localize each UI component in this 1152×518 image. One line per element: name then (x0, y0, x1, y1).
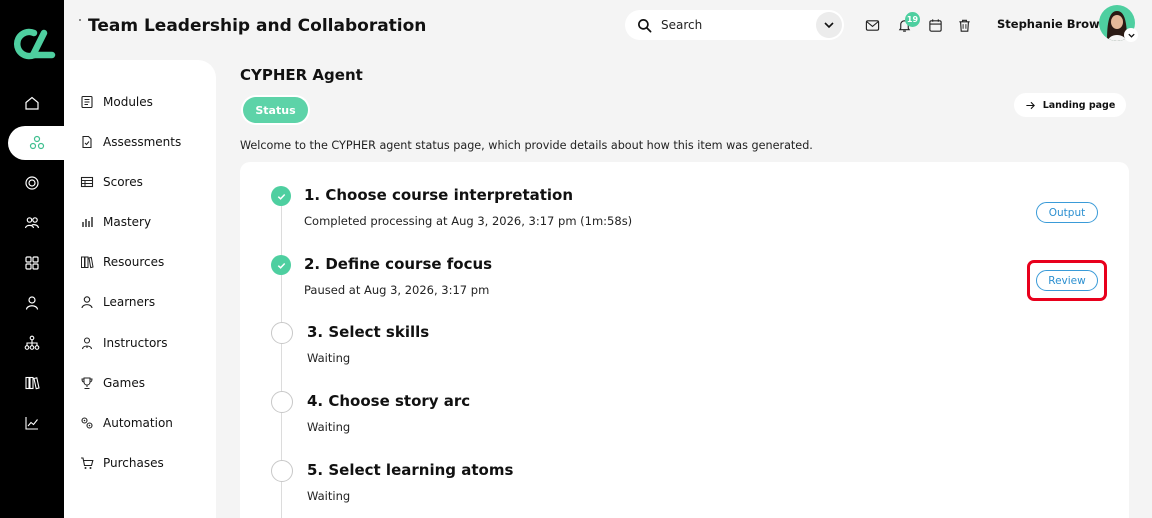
sidebar-item-games[interactable]: Games (80, 373, 145, 393)
search-bar[interactable]: Search (625, 10, 844, 40)
modules-icon (81, 95, 93, 109)
sidebar-item-label: Assessments (103, 135, 182, 149)
review-highlight (1027, 260, 1107, 301)
user-icon (25, 296, 39, 310)
sidebar-item-assessments[interactable]: Assessments (80, 132, 181, 152)
sidebar-item-label: Games (103, 376, 145, 390)
chevron-down-icon (1127, 33, 1135, 38)
check-icon (277, 193, 285, 200)
chart-icon (25, 417, 38, 430)
library-icon (25, 376, 40, 390)
sidebar-item-label: Automation (103, 416, 173, 430)
app-title: Team Leadership and Collaboration (88, 16, 427, 36)
sidebar-item-automation[interactable]: Automation (80, 413, 173, 433)
tab-status[interactable]: Status (241, 95, 310, 125)
hierarchy-icon (24, 335, 40, 350)
trophy-icon (81, 377, 93, 389)
intro-text: Welcome to the CYPHER agent status page,… (240, 139, 813, 152)
notification-badge: 19 (905, 12, 920, 27)
landing-page-button[interactable]: Landing page (1014, 93, 1126, 117)
search-dropdown-button[interactable] (816, 12, 842, 38)
step-1-title: 1. Choose course interpretation (304, 186, 574, 204)
rail-home[interactable] (0, 86, 64, 120)
step-2-title: 2. Define course focus (304, 255, 493, 273)
rail-network[interactable] (8, 126, 66, 160)
sidebar-item-resources[interactable]: Resources (80, 252, 164, 272)
output-button[interactable]: Output (1036, 202, 1098, 223)
sidebar-item-purchases[interactable]: Purchases (80, 453, 164, 473)
rail-users[interactable] (0, 206, 64, 240)
instructor-icon (81, 337, 93, 350)
rail-hierarchy[interactable] (0, 326, 64, 360)
step-4-title: 4. Choose story arc (307, 392, 471, 410)
left-rail (0, 0, 66, 518)
user-menu-toggle[interactable] (1124, 28, 1138, 42)
rail-target[interactable] (0, 166, 64, 200)
user-name: Stephanie Brown (997, 17, 1108, 31)
title-marker (79, 19, 81, 21)
sidebar-item-learners[interactable]: Learners (80, 292, 155, 312)
sidebar-item-label: Learners (103, 295, 156, 309)
app-logo[interactable] (8, 24, 58, 64)
trash-button[interactable] (955, 16, 973, 34)
step-5-subtitle: Waiting (307, 489, 351, 503)
step-5-title: 5. Select learning atoms (307, 461, 514, 479)
rail-library[interactable] (0, 366, 64, 400)
sidebar-item-mastery[interactable]: Mastery (80, 212, 151, 232)
sidebar-item-instructors[interactable]: Instructors (80, 333, 167, 353)
grid-icon (25, 256, 39, 270)
step-5-status (271, 460, 293, 482)
calendar-icon (928, 18, 942, 32)
step-3-subtitle: Waiting (307, 351, 351, 365)
secondary-sidebar: Modules Assessments Scores Mastery Resou… (64, 60, 216, 518)
step-1-status (271, 186, 291, 206)
home-icon (25, 96, 39, 110)
search-input[interactable]: Search (661, 18, 816, 32)
target-icon (25, 176, 39, 190)
sidebar-item-label: Resources (103, 255, 165, 269)
step-3-status (271, 322, 293, 344)
scores-icon (80, 176, 94, 188)
step-4-subtitle: Waiting (307, 420, 351, 434)
rail-chart[interactable] (0, 406, 64, 440)
network-icon (29, 135, 45, 150)
rail-grid[interactable] (0, 246, 64, 280)
sidebar-item-label: Modules (103, 95, 153, 109)
arrow-right-icon (1026, 101, 1035, 109)
learner-icon (81, 296, 93, 309)
sidebar-item-label: Purchases (103, 456, 164, 470)
check-icon (277, 262, 285, 269)
sidebar-item-modules[interactable]: Modules (80, 92, 153, 112)
automation-icon (81, 417, 93, 429)
sidebar-item-label: Scores (103, 175, 143, 189)
step-3-title: 3. Select skills (307, 323, 430, 341)
resources-icon (81, 256, 94, 269)
sidebar-item-label: Instructors (103, 336, 168, 350)
mail-icon (865, 19, 879, 31)
page-title: CYPHER Agent (240, 66, 363, 84)
rail-user[interactable] (0, 286, 64, 320)
chevron-down-icon (824, 22, 834, 29)
tab-status-label: Status (243, 97, 308, 123)
assessment-icon (82, 135, 92, 149)
sidebar-item-label: Mastery (103, 215, 152, 229)
step-4-status (271, 391, 293, 413)
search-icon (638, 18, 652, 32)
users-icon (24, 217, 40, 229)
trash-icon (958, 19, 970, 32)
landing-page-label: Landing page (1042, 99, 1116, 111)
mastery-icon (82, 217, 93, 227)
sidebar-item-scores[interactable]: Scores (80, 172, 143, 192)
cart-icon (81, 457, 94, 469)
step-2-subtitle: Paused at Aug 3, 2026, 3:17 pm (304, 283, 490, 297)
calendar-button[interactable] (926, 16, 944, 34)
mail-button[interactable] (863, 16, 881, 34)
step-2-status (271, 255, 291, 275)
step-1-subtitle: Completed processing at Aug 3, 2026, 3:1… (304, 214, 633, 228)
